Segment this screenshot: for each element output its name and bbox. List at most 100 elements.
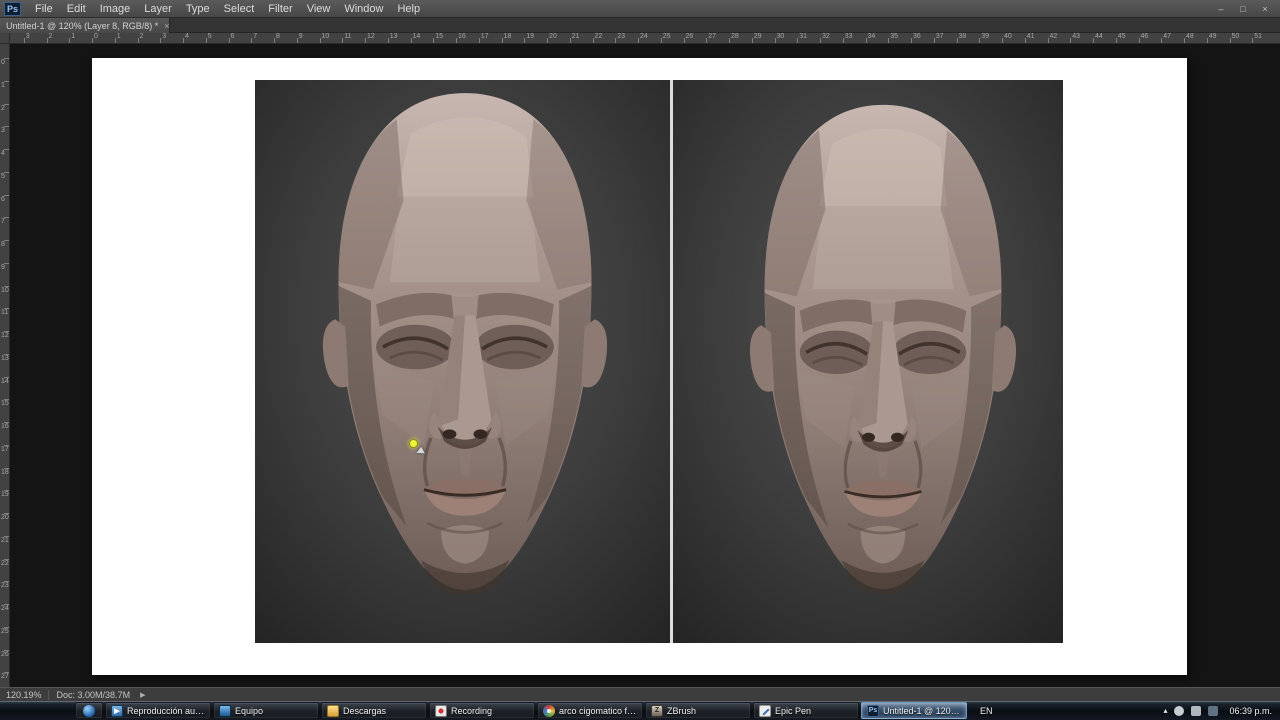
ruler-tick bbox=[342, 38, 344, 43]
ruler-tick bbox=[592, 38, 594, 43]
ruler-label: 21 bbox=[1, 536, 9, 544]
ruler-label: 6 bbox=[1, 195, 5, 203]
ruler-tick bbox=[1184, 38, 1185, 43]
ruler-label: 14 bbox=[412, 33, 421, 40]
ruler-tick bbox=[979, 38, 981, 43]
pen-icon bbox=[759, 704, 771, 717]
photoshop-app-icon[interactable]: Ps bbox=[4, 1, 21, 16]
ruler-label: 49 bbox=[1208, 33, 1217, 40]
close-icon[interactable]: × bbox=[1254, 1, 1276, 17]
taskbar-item-label: Recording bbox=[451, 705, 493, 716]
minimize-icon[interactable]: – bbox=[1210, 1, 1232, 17]
ruler-tick bbox=[683, 38, 685, 43]
ruler-label: 48 bbox=[1186, 33, 1194, 40]
ruler-tick bbox=[1138, 38, 1140, 43]
menu-layer[interactable]: Layer bbox=[137, 0, 179, 17]
ruler-tick bbox=[205, 38, 207, 43]
ruler-tick bbox=[1206, 38, 1208, 43]
volume-icon[interactable] bbox=[1191, 705, 1202, 716]
ruler-label: 36 bbox=[913, 33, 921, 40]
taskbar-item-recording[interactable]: Recording bbox=[429, 702, 535, 719]
ruler-label: 10 bbox=[1, 286, 9, 294]
canvas-area[interactable] bbox=[10, 44, 1280, 687]
ruler-label: 1 bbox=[116, 33, 121, 40]
menu-view[interactable]: View bbox=[300, 0, 338, 17]
ruler-tick bbox=[1161, 38, 1163, 43]
maximize-icon[interactable]: □ bbox=[1232, 1, 1254, 17]
ruler-label: 39 bbox=[981, 33, 990, 40]
ruler-tick bbox=[1024, 38, 1026, 43]
menu-filter[interactable]: Filter bbox=[261, 0, 299, 17]
ruler-label: 13 bbox=[1, 354, 9, 362]
menu-window[interactable]: Window bbox=[337, 0, 390, 17]
ruler-label: 7 bbox=[253, 33, 258, 40]
ruler-label: 13 bbox=[389, 33, 398, 40]
menu-bar: Ps File Edit Image Layer Type Select Filter Vie… bbox=[0, 0, 1280, 18]
menu-select[interactable]: Select bbox=[217, 0, 262, 17]
ruler-label: 3 bbox=[25, 33, 30, 40]
photoshop-window: Ps File Edit Image Layer Type Select Filter Vie… bbox=[0, 0, 1280, 720]
ruler-label: 14 bbox=[1, 377, 9, 385]
taskbar-item-pen[interactable]: Epic Pen bbox=[753, 702, 859, 719]
taskbar-clock[interactable]: 06:39 p.m. bbox=[1225, 706, 1272, 716]
taskbar-item-photoshop[interactable]: Ps Untitled-1 @ 120% (L... bbox=[861, 702, 967, 719]
taskbar-item-autoplay[interactable]: ▶ Reproducción auto... bbox=[105, 702, 211, 719]
menu-help[interactable]: Help bbox=[390, 0, 427, 17]
folder-icon bbox=[327, 704, 339, 717]
menu-file[interactable]: File bbox=[28, 0, 60, 17]
hidden-icons-chevron-icon[interactable]: ▴ bbox=[1163, 706, 1167, 715]
taskbar-item-zbrush[interactable]: Z ZBrush bbox=[645, 702, 751, 719]
document-tab[interactable]: Untitled-1 @ 120% (Layer 8, RGB/8) * × bbox=[0, 18, 170, 33]
horizontal-ruler: 3 2 1 0 1 2 3 4 5 6 7 8 9 10 11 12 13 14 15 16 17 18 19 20 21 22 2… bbox=[10, 33, 1280, 44]
language-indicator[interactable]: EN bbox=[980, 706, 993, 716]
taskbar-item-browser[interactable]: arco cigomatico frac... bbox=[537, 702, 643, 719]
zoom-level[interactable]: 120.19% bbox=[0, 690, 48, 700]
taskbar-item-label: Epic Pen bbox=[775, 705, 812, 716]
menu-edit[interactable]: Edit bbox=[60, 0, 93, 17]
menu-type[interactable]: Type bbox=[179, 0, 217, 17]
tab-close-icon[interactable]: × bbox=[164, 21, 169, 31]
ruler-tick bbox=[410, 38, 412, 43]
ruler-tick bbox=[615, 38, 617, 43]
ruler-label: 17 bbox=[1, 445, 9, 453]
taskbar-item-label: Equipo bbox=[235, 705, 264, 716]
reference-image-two-sculpted-heads bbox=[255, 80, 1063, 643]
ruler-tick bbox=[228, 38, 230, 43]
network-icon[interactable] bbox=[1208, 705, 1219, 716]
taskbar-item-folder[interactable]: Descargas bbox=[321, 702, 427, 719]
ruler-label: 20 bbox=[549, 33, 557, 40]
ruler-label: 0 bbox=[1, 59, 5, 66]
ruler-label: 17 bbox=[480, 33, 489, 40]
ruler-label: 43 bbox=[1072, 33, 1081, 40]
ruler-tick bbox=[46, 38, 48, 43]
ruler-label: 16 bbox=[458, 33, 466, 40]
ruler-tick bbox=[365, 38, 366, 43]
sculpted-heads-graphic bbox=[255, 80, 1063, 643]
ruler-label: 46 bbox=[1140, 33, 1149, 40]
ruler-tick bbox=[1229, 38, 1231, 43]
ruler-tick bbox=[751, 38, 753, 43]
ruler-label: 7 bbox=[1, 218, 5, 226]
status-expand-arrow-icon[interactable]: ▶ bbox=[140, 691, 145, 699]
ruler-tick bbox=[251, 38, 253, 43]
ruler-label: 18 bbox=[503, 33, 512, 40]
menu-list: File Edit Image Layer Type Select Filter View Wi… bbox=[28, 0, 427, 17]
ruler-label: 20 bbox=[1, 514, 9, 521]
ruler-label: 25 bbox=[662, 33, 671, 40]
ruler-tick bbox=[1002, 38, 1003, 43]
status-bar: 120.19% Doc: 3.00M/38.7M ▶ bbox=[0, 687, 1280, 701]
ruler-tick bbox=[23, 38, 25, 43]
epic-pen-tray-icon[interactable] bbox=[1174, 705, 1185, 716]
ruler-label: 40 bbox=[1004, 33, 1012, 40]
recording-icon bbox=[435, 704, 447, 717]
taskbar-item-computer[interactable]: Equipo bbox=[213, 702, 319, 719]
menu-image[interactable]: Image bbox=[93, 0, 138, 17]
ruler-tick bbox=[478, 38, 480, 43]
ruler-tick bbox=[296, 38, 298, 43]
ruler-tick bbox=[888, 38, 890, 43]
ruler-label: 5 bbox=[1, 172, 5, 180]
taskbar-item-media-player[interactable] bbox=[75, 702, 103, 719]
ruler-tick bbox=[660, 38, 662, 43]
ruler-corner bbox=[0, 33, 10, 44]
ruler-label: 11 bbox=[1, 309, 9, 317]
